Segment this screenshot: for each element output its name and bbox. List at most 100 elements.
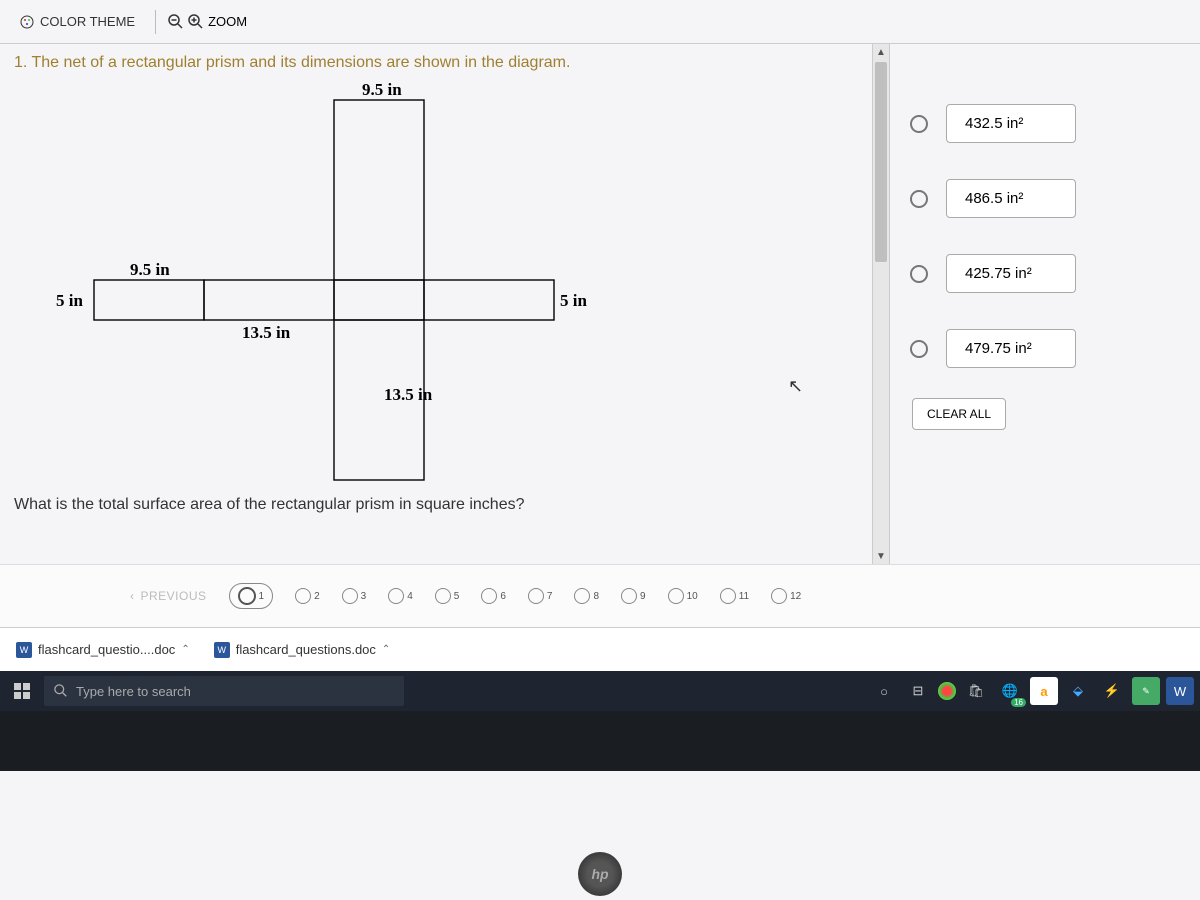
download-filename-1: flashcard_questio....doc (38, 642, 175, 657)
page-7[interactable]: 7 (528, 588, 553, 604)
chevron-up-icon[interactable]: ⌃ (181, 644, 189, 655)
start-button[interactable] (6, 675, 38, 707)
color-theme-label: COLOR THEME (40, 14, 135, 29)
page-number: 10 (687, 591, 698, 602)
radio-b[interactable] (910, 190, 928, 208)
word-doc-icon: W (16, 642, 32, 658)
question-subtext: What is the total surface area of the re… (14, 496, 858, 514)
toolbar-divider (155, 10, 156, 34)
radio-d[interactable] (910, 340, 928, 358)
answer-option-b[interactable]: 486.5 in² (910, 179, 1180, 218)
app-icon[interactable]: ✎ (1132, 677, 1160, 705)
clear-all-button[interactable]: CLEAR ALL (912, 398, 1006, 430)
palette-icon (20, 15, 34, 29)
zoom-control: ZOOM (168, 14, 247, 30)
microsoft-store-icon[interactable]: 🛍 (962, 677, 990, 705)
page-number: 9 (640, 591, 646, 602)
page-2[interactable]: 2 (295, 588, 320, 604)
page-circle-icon (720, 588, 736, 604)
previous-label: PREVIOUS (141, 589, 207, 603)
zoom-in-icon[interactable] (188, 14, 204, 30)
page-number: 8 (593, 591, 599, 602)
radio-c[interactable] (910, 265, 928, 283)
answer-option-c[interactable]: 425.75 in² (910, 254, 1180, 293)
page-4[interactable]: 4 (388, 588, 413, 604)
page-10[interactable]: 10 (668, 588, 698, 604)
page-1[interactable]: 1 (229, 583, 274, 609)
hp-logo-icon: hp (578, 852, 622, 896)
windows-taskbar: Type here to search ○ ⊟ 🛍 🌐16 a ⬙ ⚡ ✎ W (0, 671, 1200, 711)
amazon-icon[interactable]: a (1030, 677, 1058, 705)
page-9[interactable]: 9 (621, 588, 646, 604)
scroll-down-arrow-icon[interactable]: ▼ (873, 548, 889, 564)
page-12[interactable]: 12 (771, 588, 801, 604)
page-number: 5 (454, 591, 460, 602)
pages-list: 123456789101112 (229, 583, 802, 609)
color-theme-button[interactable]: COLOR THEME (12, 10, 143, 33)
download-item-2[interactable]: W flashcard_questions.doc ⌃ (210, 638, 395, 662)
page-3[interactable]: 3 (342, 588, 367, 604)
page-number: 2 (314, 591, 320, 602)
answer-text-b[interactable]: 486.5 in² (946, 179, 1076, 218)
page-circle-icon (435, 588, 451, 604)
downloads-bar: W flashcard_questio....doc ⌃ W flashcard… (0, 627, 1200, 671)
zoom-out-icon[interactable] (168, 14, 184, 30)
net-diagram: 9.5 in 9.5 in 5 in 5 in 13.5 in 13.5 in (44, 80, 604, 490)
dim-bottom-left-length: 13.5 in (242, 323, 291, 342)
page-number: 3 (361, 591, 367, 602)
previous-button[interactable]: ‹ PREVIOUS (130, 589, 207, 603)
question-prompt: 1. The net of a rectangular prism and it… (14, 54, 858, 72)
app-toolbar: COLOR THEME ZOOM (0, 0, 1200, 44)
page-circle-icon (238, 587, 256, 605)
chevron-up-icon[interactable]: ⌃ (382, 644, 390, 655)
page-5[interactable]: 5 (435, 588, 460, 604)
radio-a[interactable] (910, 115, 928, 133)
page-number: 12 (790, 591, 801, 602)
zoom-label: ZOOM (208, 14, 247, 29)
chrome-icon[interactable] (938, 682, 956, 700)
task-view-icon[interactable]: ⊟ (904, 677, 932, 705)
answer-text-d[interactable]: 479.75 in² (946, 329, 1076, 368)
page-number: 1 (259, 591, 265, 602)
answer-text-c[interactable]: 425.75 in² (946, 254, 1076, 293)
page-circle-icon (481, 588, 497, 604)
answer-option-d[interactable]: 479.75 in² (910, 329, 1180, 368)
chevron-left-icon: ‹ (130, 589, 135, 603)
vertical-scrollbar[interactable]: ▲ ▼ (872, 44, 890, 564)
page-circle-icon (342, 588, 358, 604)
page-number: 4 (407, 591, 413, 602)
bottom-bezel (0, 711, 1200, 771)
dim-left-height: 5 in (56, 291, 83, 310)
answer-text-a[interactable]: 432.5 in² (946, 104, 1076, 143)
windows-icon (14, 683, 30, 699)
dropbox-icon[interactable]: ⬙ (1064, 677, 1092, 705)
question-panel: 1. The net of a rectangular prism and it… (0, 44, 872, 564)
search-icon (54, 684, 68, 698)
question-pagination: ‹ PREVIOUS 123456789101112 (0, 564, 1200, 627)
edge-icon[interactable]: 🌐16 (996, 677, 1024, 705)
answers-panel: 432.5 in² 486.5 in² 425.75 in² 479.75 in… (890, 44, 1200, 564)
download-item-1[interactable]: W flashcard_questio....doc ⌃ (12, 638, 194, 662)
page-11[interactable]: 11 (720, 588, 749, 604)
scroll-up-arrow-icon[interactable]: ▲ (873, 44, 889, 60)
answer-option-a[interactable]: 432.5 in² (910, 104, 1180, 143)
page-8[interactable]: 8 (574, 588, 599, 604)
page-circle-icon (295, 588, 311, 604)
page-circle-icon (668, 588, 684, 604)
main-content: 1. The net of a rectangular prism and it… (0, 44, 1200, 564)
page-6[interactable]: 6 (481, 588, 506, 604)
word-taskbar-icon[interactable]: W (1166, 677, 1194, 705)
page-circle-icon (528, 588, 544, 604)
scroll-thumb[interactable] (875, 62, 887, 262)
search-placeholder: Type here to search (76, 684, 191, 699)
page-circle-icon (621, 588, 637, 604)
page-number: 11 (739, 591, 749, 602)
download-filename-2: flashcard_questions.doc (236, 642, 376, 657)
dim-top-width: 9.5 in (362, 80, 402, 99)
cortana-icon[interactable]: ○ (870, 677, 898, 705)
taskbar-search[interactable]: Type here to search (44, 676, 404, 706)
word-doc-icon: W (214, 642, 230, 658)
page-circle-icon (574, 588, 590, 604)
power-icon[interactable]: ⚡ (1098, 677, 1126, 705)
cursor-icon: ↖ (788, 376, 803, 397)
